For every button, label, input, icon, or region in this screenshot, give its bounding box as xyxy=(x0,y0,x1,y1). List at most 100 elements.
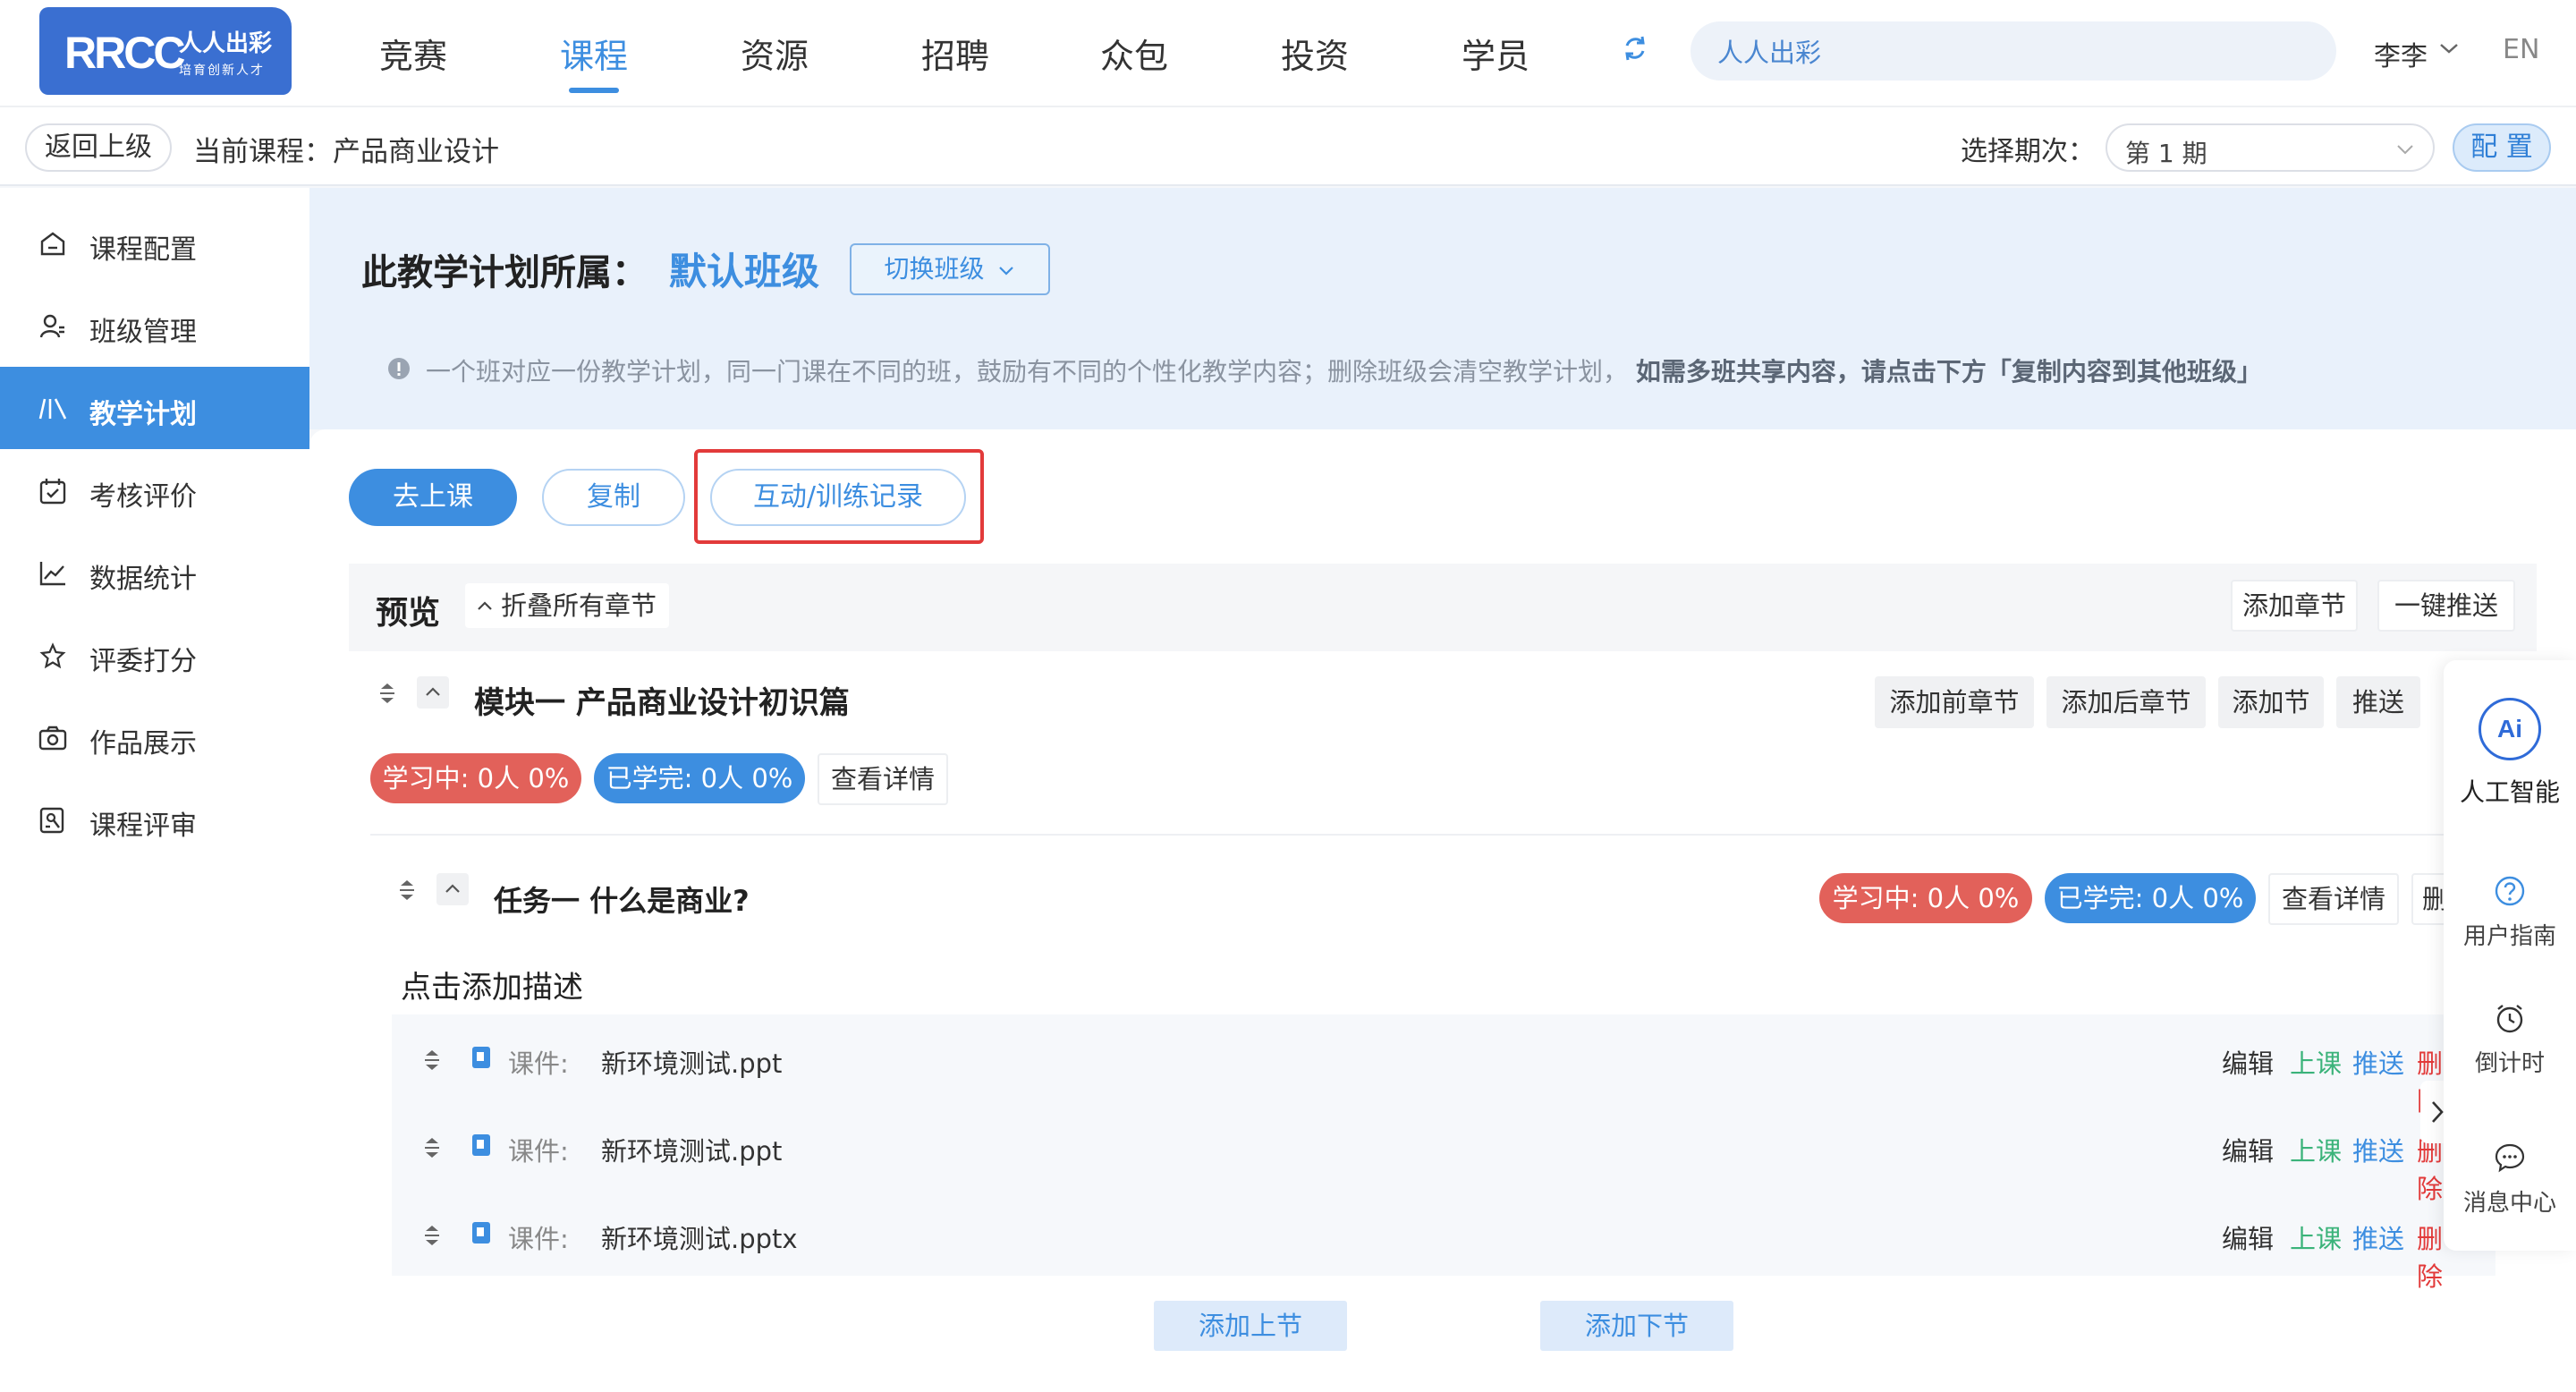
collapse-task-button[interactable] xyxy=(436,873,469,905)
current-course-label: 当前课程： xyxy=(193,136,332,168)
module-details-button[interactable]: 查看详情 xyxy=(818,753,948,805)
sidebar-item-label: 课程配置 xyxy=(89,234,197,266)
ai-icon: Ai xyxy=(2479,698,2541,760)
line-chart-icon xyxy=(39,562,65,586)
list-item: 课件: 新环境测试.ppt 编辑 上课 推送 删除 xyxy=(392,1102,2449,1204)
lesson-file-name[interactable]: 新环境测试.pptx xyxy=(601,1218,798,1256)
add-section-button[interactable]: 添加节 xyxy=(2218,676,2324,728)
nav-item-recruit[interactable]: 招聘 xyxy=(921,29,989,78)
nav-item-course[interactable]: 课程 xyxy=(560,29,628,78)
sidebar-item-class-management[interactable]: 班级管理 xyxy=(0,284,309,367)
period-select[interactable]: 第 1 期 xyxy=(2106,123,2435,172)
search-input[interactable] xyxy=(1717,34,2290,68)
copy-button[interactable]: 复制 xyxy=(542,469,685,526)
sidebar-item-works[interactable]: 作品展示 xyxy=(0,696,309,778)
push-module-button[interactable]: 推送 xyxy=(2336,676,2420,728)
preview-title: 预览 xyxy=(376,595,441,632)
logo-sub: 人人出彩 xyxy=(179,30,273,57)
add-next-section-button[interactable]: 添加下节 xyxy=(1540,1301,1733,1351)
edit-link[interactable]: 编辑 xyxy=(2222,1043,2274,1081)
edit-link[interactable]: 编辑 xyxy=(2222,1131,2274,1168)
sidebar-item-assessment[interactable]: 考核评价 xyxy=(0,449,309,531)
notice-strong-text: 如需多班共享内容，请点击下方「复制内容到其他班级」 xyxy=(1635,357,2262,386)
switch-class-label: 切换班级 xyxy=(884,254,985,284)
teach-link[interactable]: 上课 xyxy=(2290,1218,2342,1256)
ai-assistant-button[interactable]: Ai 人工智能 xyxy=(2444,698,2576,809)
edit-link[interactable]: 编辑 xyxy=(2222,1218,2274,1256)
switch-class-button[interactable]: 切换班级 xyxy=(850,243,1050,295)
nav-item-crowdsource[interactable]: 众包 xyxy=(1100,29,1168,78)
plan-owner-label: 此教学计划所属： xyxy=(361,252,648,293)
config-button[interactable]: 配 置 xyxy=(2453,123,2551,172)
push-link[interactable]: 推送 xyxy=(2352,1043,2404,1081)
teach-link[interactable]: 上课 xyxy=(2290,1131,2342,1168)
task-details-button[interactable]: 查看详情 xyxy=(2268,873,2399,925)
ppt-file-icon xyxy=(472,1222,490,1243)
drag-sort-icon[interactable] xyxy=(377,680,397,707)
drag-sort-icon[interactable] xyxy=(422,1134,442,1161)
lesson-file-name[interactable]: 新环境测试.ppt xyxy=(601,1043,782,1081)
sidebar-item-course-config[interactable]: 课程配置 xyxy=(0,202,309,284)
push-all-button[interactable]: 一键推送 xyxy=(2377,580,2515,632)
highlight-annotation xyxy=(694,449,984,544)
push-link[interactable]: 推送 xyxy=(2352,1131,2404,1168)
add-after-chapter-button[interactable]: 添加后章节 xyxy=(2046,676,2206,728)
refresh-icon[interactable] xyxy=(1621,34,1649,63)
language-switch[interactable]: EN xyxy=(2503,34,2539,65)
brand-logo[interactable]: RRCC 人人出彩 培育创新人才 xyxy=(39,7,292,95)
nav-item-competition[interactable]: 竞赛 xyxy=(379,29,447,78)
user-name[interactable]: 李李 xyxy=(2374,34,2428,73)
add-previous-section-button[interactable]: 添加上节 xyxy=(1154,1301,1347,1351)
period-label: 选择期次： xyxy=(1961,136,2095,167)
add-chapter-button[interactable]: 添加章节 xyxy=(2231,580,2358,632)
collapse-all-button[interactable]: 折叠所有章节 xyxy=(465,583,670,628)
star-icon xyxy=(39,642,66,669)
back-button[interactable]: 返回上级 xyxy=(25,123,172,172)
drag-sort-icon[interactable] xyxy=(422,1222,442,1249)
plan-icon xyxy=(38,398,67,420)
lesson-file-name[interactable]: 新环境测试.ppt xyxy=(601,1131,782,1168)
sidebar-item-label: 教学计划 xyxy=(89,399,197,430)
chevron-up-icon xyxy=(478,601,492,610)
task-delete-button[interactable]: 删 xyxy=(2411,873,2447,925)
nav-active-indicator xyxy=(569,88,619,93)
right-toolbar: Ai 人工智能 用户指南 倒计时 消息中心 xyxy=(2444,660,2576,1251)
sidebar-item-teaching-plan[interactable]: 教学计划 xyxy=(0,367,309,449)
nav-item-resources[interactable]: 资源 xyxy=(741,29,809,78)
plan-class-name: 默认班级 xyxy=(669,250,820,293)
nav-item-students[interactable]: 学员 xyxy=(1462,29,1530,78)
countdown-label: 倒计时 xyxy=(2474,1050,2545,1077)
push-link[interactable]: 推送 xyxy=(2352,1218,2404,1256)
search-box[interactable] xyxy=(1690,21,2336,81)
plan-header-area xyxy=(309,188,2576,429)
sidebar-item-judge-scoring[interactable]: 评委打分 xyxy=(0,614,309,696)
drag-sort-icon[interactable] xyxy=(397,877,417,904)
current-course-name: 产品商业设计 xyxy=(333,136,499,168)
collapse-module-button[interactable] xyxy=(417,676,449,709)
chevron-down-icon[interactable] xyxy=(2438,41,2460,55)
countdown-button[interactable]: 倒计时 xyxy=(2444,1002,2576,1078)
list-item: 课件: 新环境测试.pptx 编辑 上课 推送 删除 xyxy=(392,1190,2449,1292)
sidebar-item-statistics[interactable]: 数据统计 xyxy=(0,531,309,614)
module-title: 模块一 产品商业设计初识篇 xyxy=(474,685,850,721)
teach-link[interactable]: 上课 xyxy=(2290,1043,2342,1081)
ppt-file-icon xyxy=(472,1134,490,1156)
user-guide-button[interactable]: 用户指南 xyxy=(2444,875,2576,951)
message-center-button[interactable]: 消息中心 xyxy=(2444,1142,2576,1218)
task-learning-badge: 学习中: 0人 0% xyxy=(1819,873,2032,923)
module-learning-badge: 学习中: 0人 0% xyxy=(370,753,581,803)
ppt-file-icon xyxy=(472,1047,490,1068)
camera-icon xyxy=(38,726,67,751)
drag-sort-icon[interactable] xyxy=(422,1047,442,1074)
sidebar-item-label: 数据统计 xyxy=(89,564,197,595)
sidebar-item-label: 课程评审 xyxy=(89,811,197,842)
add-before-chapter-button[interactable]: 添加前章节 xyxy=(1875,676,2034,728)
sidebar-item-label: 班级管理 xyxy=(89,317,197,348)
nav-item-invest[interactable]: 投资 xyxy=(1281,29,1349,78)
lesson-kind: 课件: xyxy=(508,1048,569,1079)
sidebar-item-review[interactable]: 课程评审 xyxy=(0,778,309,861)
add-description-link[interactable]: 点击添加描述 xyxy=(401,963,583,1006)
go-to-class-button[interactable]: 去上课 xyxy=(349,469,517,526)
chat-bubble-icon xyxy=(2495,1143,2525,1173)
chevron-down-icon xyxy=(999,267,1014,276)
